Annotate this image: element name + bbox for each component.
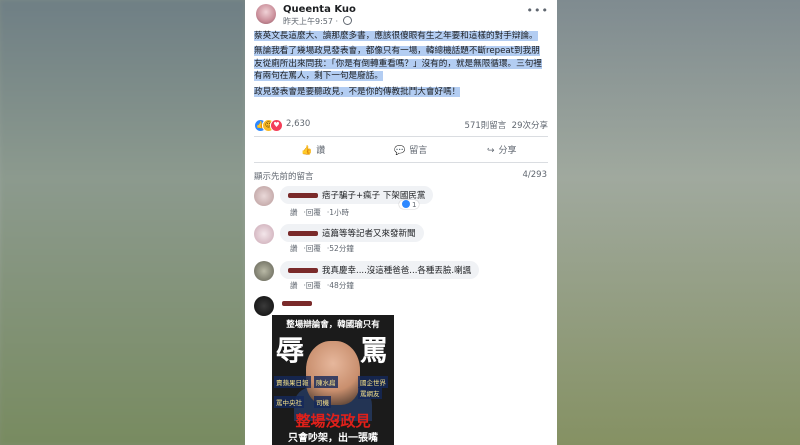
post-header: Queenta Kuo 昨天上午9:57 · ••• — [245, 0, 557, 32]
comment-image[interactable]: 整場辯論會，韓國瑜只有 辱 罵 賣蘋果日報 陳水扁 國企世界 罵網友 罵中央社 … — [272, 315, 394, 445]
post-time[interactable]: 昨天上午9:57 · — [283, 16, 352, 27]
comment-time[interactable]: 1小時 — [329, 208, 349, 217]
poster-bottom-text: 只會吵架，出一張嘴 — [288, 433, 378, 444]
comments-count[interactable]: 571則留言 — [465, 121, 507, 131]
comment-bubble: 這篇等等記者又來發新聞 — [280, 224, 424, 242]
love-reaction-icon: ♥ — [270, 119, 283, 132]
post-time-text: 昨天上午9:57 · — [283, 17, 341, 26]
share-button[interactable]: ↪ 分享 — [487, 143, 517, 156]
comment-reaction-badge[interactable]: 1 — [399, 200, 420, 209]
poster-tag: 罵中央社 — [274, 396, 304, 408]
facebook-post-screenshot: Queenta Kuo 昨天上午9:57 · ••• 蔡英文長這麼大、讀那麼多書… — [245, 0, 557, 445]
post-actions: 👍 讚 💬 留言 ↪ 分享 — [254, 141, 548, 159]
comment-bubble: 我真慶幸....沒這種爸爸...各種丟臉.喇諷 — [280, 261, 480, 279]
comment-text: 我真慶幸....沒這種爸爸...各種丟臉.喇諷 — [322, 266, 472, 276]
post-paragraph-3: 政見發表會是要聽政見，不是你的傳教批鬥大會好嗎！ — [254, 86, 461, 97]
like-label: 讚 — [316, 146, 326, 156]
post-paragraph-1: 蔡英文長這麼大、讀那麼多書，應該很傻眼有生之年要和這樣的對手辯論。 — [254, 31, 538, 41]
comment-meta: 讚 ·回覆 ·1小時 — [290, 208, 350, 217]
comment-text: 這篇等等記者又來發新聞 — [322, 229, 416, 239]
author-name[interactable]: Queenta Kuo — [283, 4, 356, 15]
comment-reply-link[interactable]: 回覆 — [306, 281, 321, 290]
poster-tag: 陳水扁 — [314, 376, 338, 388]
poster-big-char-1: 辱 — [276, 334, 305, 367]
globe-icon — [342, 16, 352, 25]
share-icon: ↪ — [487, 146, 495, 156]
comment-icon: 💬 — [394, 146, 406, 156]
post-stats[interactable]: 571則留言 29次分享 — [465, 119, 548, 131]
comment-like-link[interactable]: 讚 — [290, 244, 298, 253]
more-icon[interactable]: ••• — [527, 4, 549, 17]
comment-meta: 讚 ·回覆 ·52分鐘 — [290, 244, 354, 253]
background-left — [0, 0, 245, 445]
share-label: 分享 — [498, 146, 517, 156]
redacted-name — [288, 268, 318, 273]
reaction-count: 2,630 — [286, 119, 311, 129]
comment-time[interactable]: 52分鐘 — [329, 244, 354, 253]
show-previous-comments[interactable]: 顯示先前的留言 — [254, 170, 314, 182]
comment-button[interactable]: 💬 留言 — [394, 143, 427, 156]
divider — [254, 162, 548, 163]
reactions-bar[interactable]: 👍 ☺ ♥ 2,630 571則留言 29次分享 — [254, 119, 548, 133]
like-icon: 👍 — [301, 146, 313, 156]
comment-reply-link[interactable]: 回覆 — [306, 244, 321, 253]
redacted-name — [288, 193, 318, 198]
comment-meta: 讚 ·回覆 ·48分鐘 — [290, 281, 354, 290]
redacted-name — [282, 301, 312, 306]
background-right — [555, 0, 800, 445]
comment-counter: 4/293 — [522, 170, 548, 180]
commenter-avatar[interactable] — [254, 186, 274, 206]
author-avatar[interactable] — [256, 4, 276, 24]
post-paragraph-2: 無論我看了幾場政見發表會，都像只有一場，韓總機話題不斷repeat到我朋友從廁所… — [254, 46, 542, 82]
commenter-avatar[interactable] — [254, 261, 274, 281]
comment-like-link[interactable]: 讚 — [290, 281, 298, 290]
comment-reply-link[interactable]: 回覆 — [306, 208, 321, 217]
commenter-avatar[interactable] — [254, 224, 274, 244]
like-button[interactable]: 👍 讚 — [301, 143, 325, 156]
like-icon — [402, 200, 410, 208]
commenter-avatar[interactable] — [254, 296, 274, 316]
comment-reaction-count: 1 — [412, 201, 417, 209]
comment-time[interactable]: 48分鐘 — [329, 281, 354, 290]
comment-label: 留言 — [409, 146, 428, 156]
comment-like-link[interactable]: 讚 — [290, 208, 298, 217]
comment-bubble — [280, 296, 318, 312]
poster-tag: 賣蘋果日報 — [274, 376, 311, 388]
redacted-name — [288, 231, 318, 236]
poster-big-char-2: 罵 — [360, 334, 389, 367]
poster-tag: 罵網友 — [358, 387, 382, 399]
post-body: 蔡英文長這麼大、讀那麼多書，應該很傻眼有生之年要和這樣的對手辯論。 無論我看了幾… — [254, 30, 544, 101]
shares-count[interactable]: 29次分享 — [512, 121, 548, 131]
poster-red-text: 整場沒政見 — [295, 412, 371, 430]
poster-tag: 司機 — [314, 396, 331, 408]
divider — [254, 136, 548, 137]
